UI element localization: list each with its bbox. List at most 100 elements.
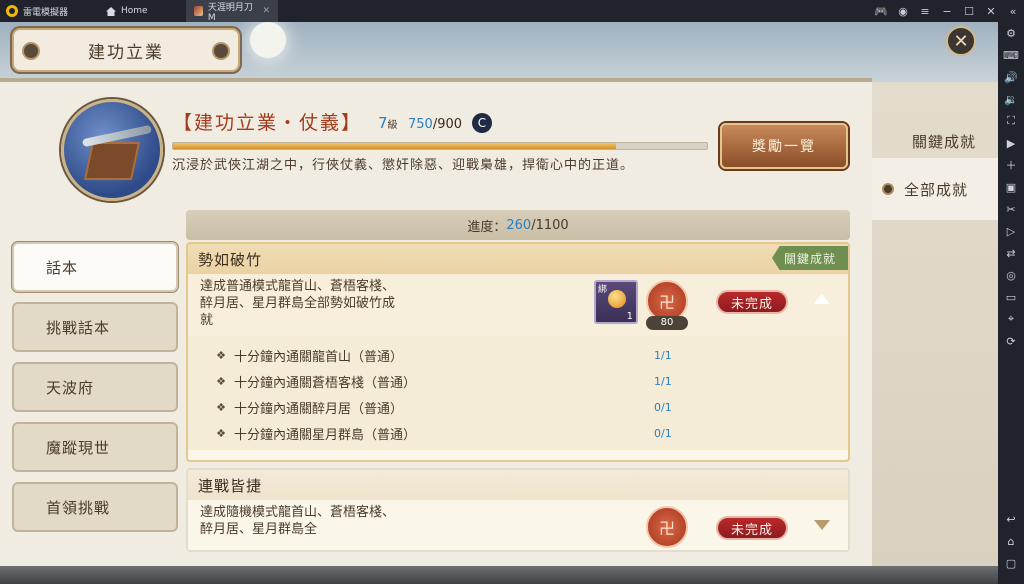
android-home-icon[interactable]: ⌂ (998, 530, 1024, 552)
emulator-brand: 雷電模擬器 (0, 5, 98, 18)
emulator-titlebar: 雷電模擬器 Home 天涯明月刀 M ✕ 🎮 ◉ ≡ − ☐ ✕ « (0, 0, 1024, 23)
tab-home-label: Home (121, 6, 148, 16)
achievement-emblem-icon (61, 99, 163, 201)
bullet-icon: ❖ (216, 374, 226, 388)
back-icon[interactable]: ↩ (998, 508, 1024, 530)
progress-total: /1100 (531, 217, 569, 233)
bound-tag: 綁 (598, 285, 608, 295)
sidebar-item-mozong[interactable]: 魔蹤現世 (12, 422, 178, 472)
scissors-icon[interactable]: ✂ (998, 198, 1024, 220)
bullet-icon: ❖ (216, 400, 226, 414)
settings-icon[interactable]: ⚙ (998, 22, 1024, 44)
reward-item[interactable]: 綁 1 (594, 280, 638, 324)
achievement-card: 連戰皆捷 達成隨機模式龍首山、蒼梧客棧、醉月居、星月群島全 卍 未完成 (186, 468, 850, 552)
moon-decoration (250, 22, 286, 58)
nav-all-achievements[interactable]: 全部成就 (872, 158, 998, 220)
progress-current: 260 (506, 217, 532, 233)
progress-header: 進度： 260 /1100 (186, 210, 850, 240)
title-ornament-icon (212, 42, 230, 60)
fullscreen-icon[interactable]: ⛶ (998, 110, 1024, 132)
emulator-app-name: 雷電模擬器 (23, 7, 69, 18)
tab-close-icon[interactable]: ✕ (262, 6, 270, 16)
list-item: ❖ 十分鐘內通關醉月居（普通） 0/1 (216, 400, 672, 417)
card-title: 連戰皆捷 (198, 476, 263, 495)
location-icon[interactable]: ⌖ (998, 308, 1024, 330)
tab-game-label: 天涯明月刀 M (207, 2, 253, 23)
tab-game[interactable]: 天涯明月刀 M ✕ (186, 0, 278, 23)
gamepad-icon[interactable]: 🎮 (870, 0, 892, 22)
achievement-card: 勢如破竹 關鍵成就 達成普通模式龍首山、蒼梧客棧、醉月居、星月群島全部勢如破竹成… (186, 242, 850, 462)
collapse-icon[interactable]: « (1002, 0, 1024, 22)
folder-icon[interactable]: ▭ (998, 286, 1024, 308)
achievement-points: 750/900 (408, 117, 462, 132)
key-achievement-flag: 關鍵成就 (772, 246, 848, 270)
card-body: 達成普通模式龍首山、蒼梧客棧、醉月居、星月群島全部勢如破竹成就 綁 1 卍 80… (188, 274, 848, 336)
points-currency-icon: C (472, 113, 492, 133)
card-header: 勢如破竹 關鍵成就 (188, 244, 848, 274)
card-title: 勢如破竹 (198, 250, 263, 269)
record-icon[interactable]: ▶ (998, 132, 1024, 154)
reward-item-count: 1 (626, 311, 633, 322)
account-icon[interactable]: ◉ (892, 0, 914, 22)
list-item: ❖ 十分鐘內通關蒼梧客棧（普通） 1/1 (216, 374, 672, 391)
rotate-icon[interactable]: ⟳ (998, 330, 1024, 352)
achievement-progress-fill (173, 143, 617, 149)
card-header: 連戰皆捷 (188, 470, 848, 500)
seal-points: 80 (646, 316, 688, 330)
achievement-level: 7級 (378, 114, 398, 132)
nav-selected-dot-icon (882, 183, 894, 195)
nav-all-achievements-label: 全部成就 (904, 180, 969, 199)
page-title-plate: 建功立業 (12, 28, 240, 72)
close-button[interactable]: ✕ (946, 26, 976, 56)
sidebar-item-boss-challenge[interactable]: 首領挑戰 (12, 482, 178, 532)
points-max: /900 (432, 117, 463, 132)
sub-achievement-list: ❖ 十分鐘內通關龍首山（普通） 1/1 ❖ 十分鐘內通關蒼梧客棧（普通） 1/1… (188, 336, 848, 450)
maximize-icon[interactable]: ☐ (958, 0, 980, 22)
minimize-icon[interactable]: − (936, 0, 958, 22)
window-controls: 🎮 ◉ ≡ − ☐ ✕ « (870, 0, 1024, 22)
close-window-icon[interactable]: ✕ (980, 0, 1002, 22)
sync-icon[interactable]: ⇄ (998, 242, 1024, 264)
list-item: ❖ 十分鐘內通關星月群島（普通） 0/1 (216, 426, 672, 443)
points-current: 750 (408, 117, 433, 132)
macro-icon[interactable]: ◎ (998, 264, 1024, 286)
volume-down-icon[interactable]: 🔉 (998, 88, 1024, 110)
bullet-icon: ❖ (216, 426, 226, 440)
list-item: ❖ 十分鐘內通關龍首山（普通） 1/1 (216, 348, 672, 365)
game-icon (194, 6, 203, 16)
recent-apps-icon[interactable]: ▢ (998, 552, 1024, 574)
video-icon[interactable]: ▷ (998, 220, 1024, 242)
achievement-seal-icon[interactable]: 卍 (646, 506, 688, 548)
title-ornament-icon (22, 42, 40, 60)
sidebar-item-huaben[interactable]: 話本 (12, 242, 178, 292)
page-title: 建功立業 (88, 42, 164, 63)
game-screen: 建功立業 ✕ 【建功立業・仗義】 7級 750/900 C 沉浸於武俠江湖之中，… (0, 22, 998, 584)
add-apk-icon[interactable]: ＋ (998, 154, 1024, 176)
menu-icon[interactable]: ≡ (914, 0, 936, 22)
sidebar-item-challenge-huaben[interactable]: 挑戰話本 (12, 302, 178, 352)
emulator-toolbar: ⚙ ⌨ 🔊 🔉 ⛶ ▶ ＋ ▣ ✂ ▷ ⇄ ◎ ▭ ⌖ ⟳ ↩ ⌂ ▢ (998, 22, 1024, 584)
volume-up-icon[interactable]: 🔊 (998, 66, 1024, 88)
achievement-progress-bar (172, 142, 708, 150)
achievement-description: 沉浸於武俠江湖之中，行俠仗義、懲奸除惡、迎戰梟雄，捍衛心中的正道。 (172, 158, 635, 173)
card-body: 達成隨機模式龍首山、蒼梧客棧、醉月居、星月群島全 卍 未完成 (188, 500, 848, 550)
expand-arrow-icon[interactable] (814, 520, 830, 530)
achievement-title: 【建功立業・仗義】 (173, 112, 363, 134)
bottom-frame (0, 566, 998, 584)
reward-orb-icon (608, 290, 626, 308)
card-description: 達成普通模式龍首山、蒼梧客棧、醉月居、星月群島全部勢如破竹成就 (200, 279, 396, 328)
screenshot-icon[interactable]: ▣ (998, 176, 1024, 198)
right-category-nav: 關鍵成就 全部成就 (872, 82, 998, 566)
home-icon (106, 6, 116, 16)
status-badge: 未完成 (716, 290, 788, 314)
tab-home[interactable]: Home (98, 0, 186, 22)
sidebar-item-tianbofu[interactable]: 天波府 (12, 362, 178, 412)
bullet-icon: ❖ (216, 348, 226, 362)
emulator-logo-icon (6, 5, 18, 17)
collapse-arrow-icon[interactable] (814, 294, 830, 304)
status-badge: 未完成 (716, 516, 788, 540)
keyboard-icon[interactable]: ⌨ (998, 44, 1024, 66)
card-description: 達成隨機模式龍首山、蒼梧客棧、醉月居、星月群島全 (200, 505, 396, 537)
reward-list-button[interactable]: 獎勵一覽 (720, 123, 848, 169)
progress-label: 進度： (467, 219, 507, 235)
